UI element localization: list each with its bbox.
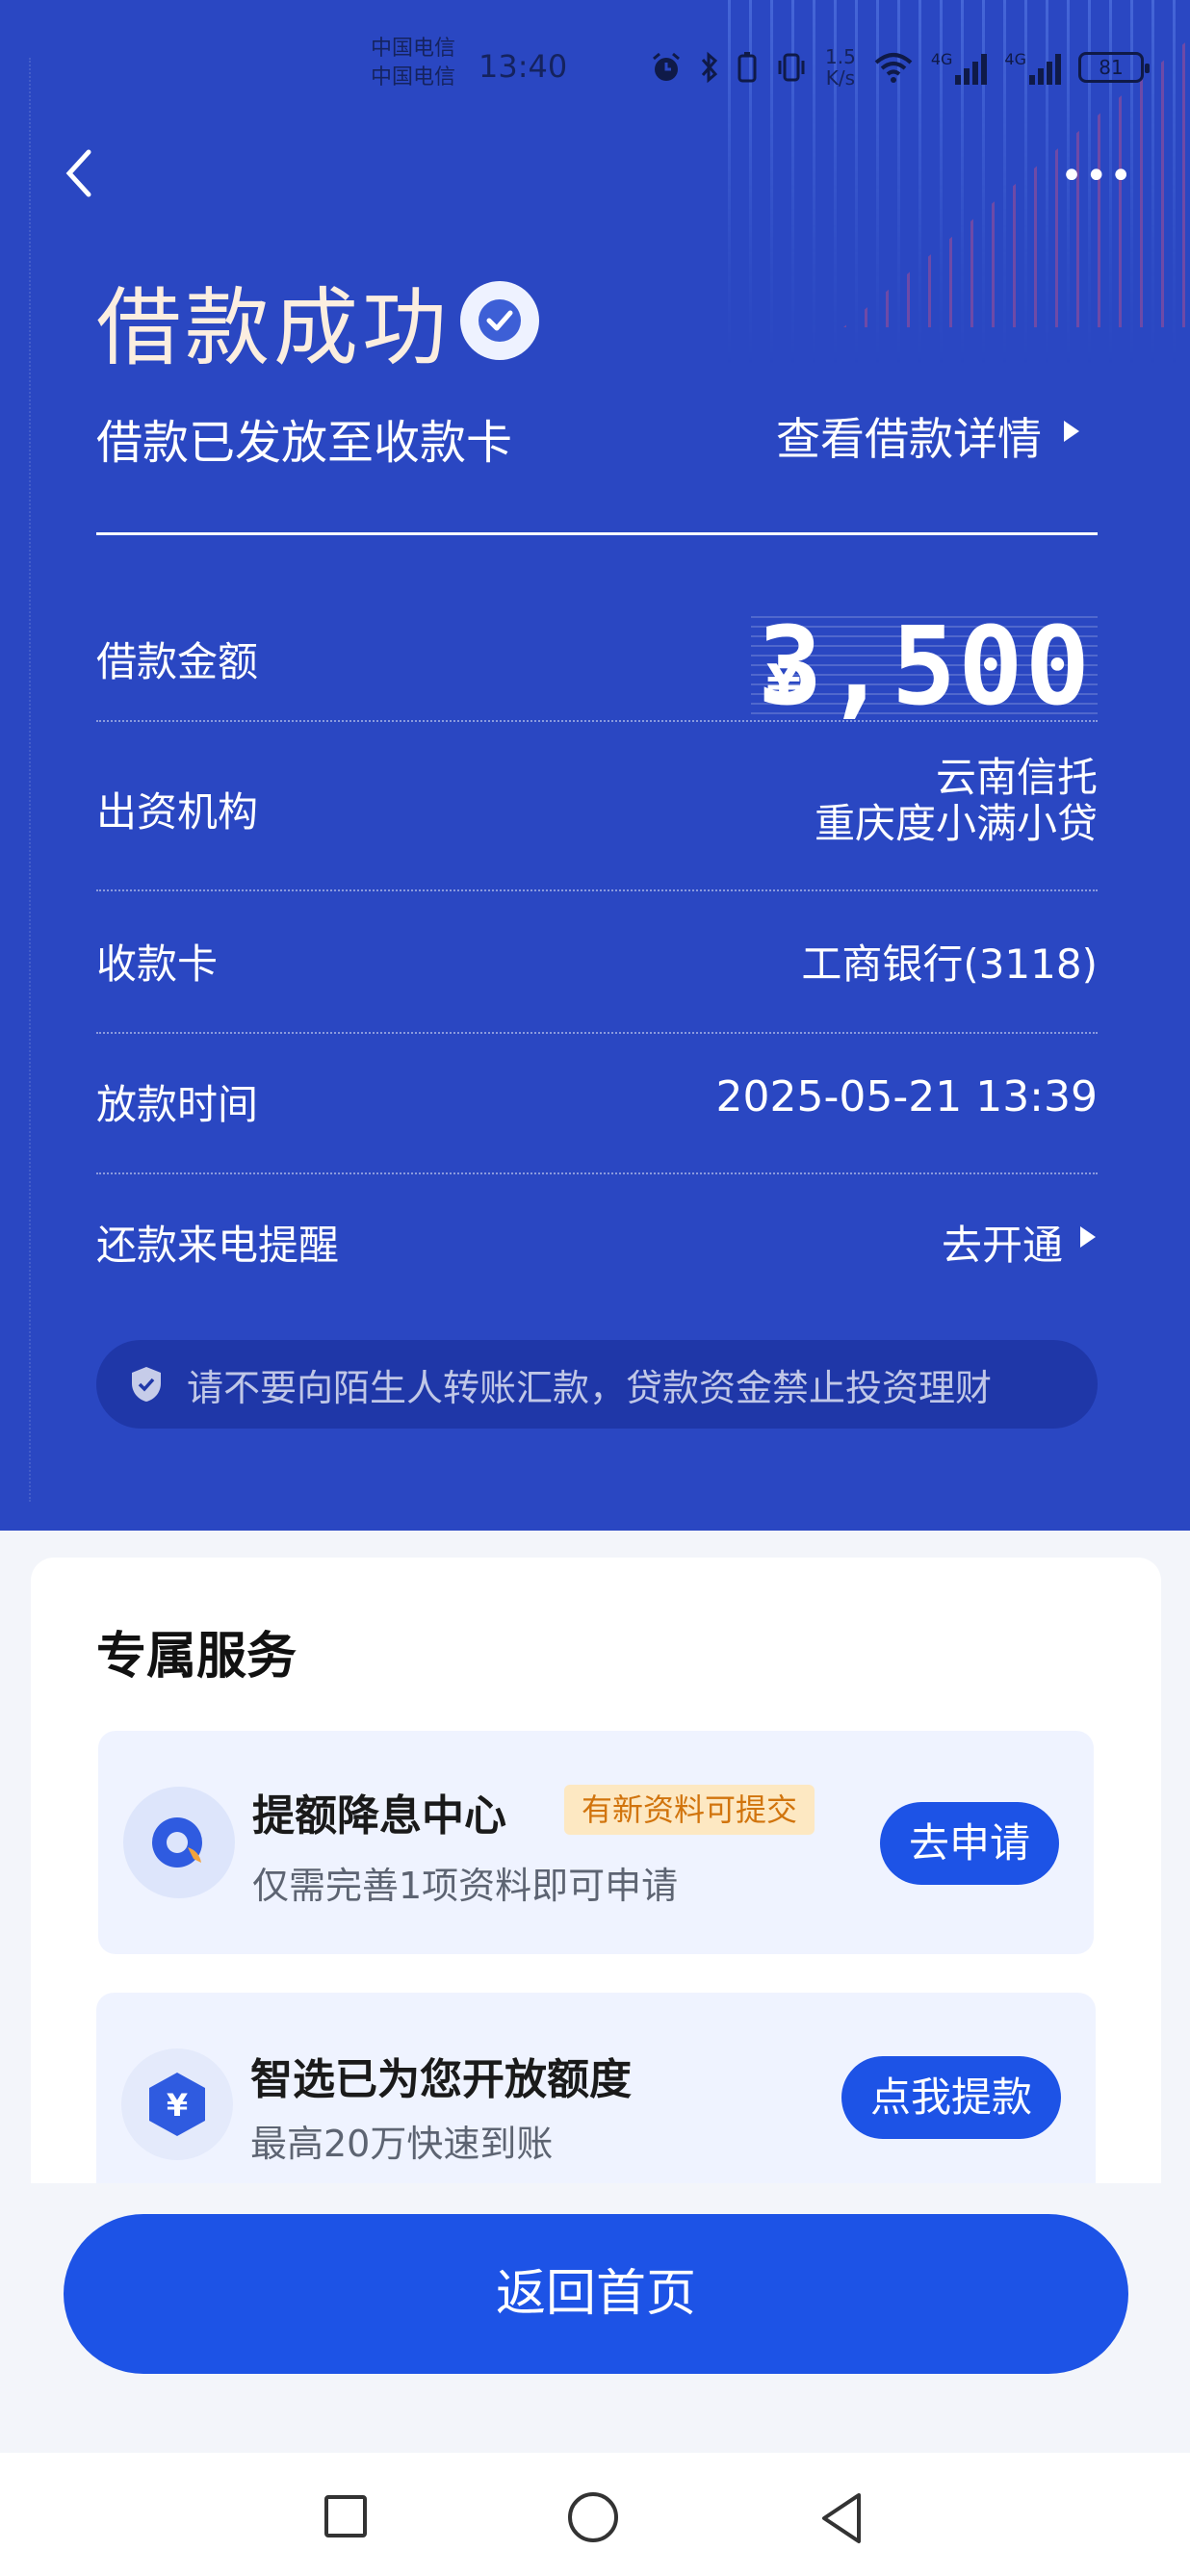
disburse-time-row: 放款时间 2025-05-21 13:39 <box>96 1072 1098 1130</box>
services-card: 专属服务 提额降息中心 有新资料可提交 仅需完善1项资料即可申请 去申请 ¥ 智… <box>31 1558 1161 2231</box>
bluetooth-icon <box>701 51 718 84</box>
carrier-1: 中国电信 <box>371 37 456 61</box>
signal-2-icon: 4G <box>1004 50 1061 85</box>
funder-line-1: 云南信托 <box>935 754 1098 801</box>
service-desc: 仅需完善1项资料即可申请 <box>252 1865 679 1907</box>
repay-reminder-action[interactable]: 去开通 <box>942 1213 1063 1272</box>
alarm-icon <box>653 52 680 81</box>
disburse-time-label: 放款时间 <box>96 1081 259 1128</box>
repay-reminder-label: 还款来电提醒 <box>96 1222 340 1269</box>
yen-shield-icon: ¥ <box>121 2048 233 2160</box>
side-watermark <box>29 58 40 1502</box>
hero-panel: 中国电信 中国电信 13:40 1.5 K/s 4G 4G 81 ••• 借款成… <box>0 0 1190 1531</box>
amount-value: 3,500 <box>757 605 1092 730</box>
view-loan-detail-link[interactable]: 查看借款详情 <box>776 404 1084 468</box>
back-button[interactable] <box>60 144 98 202</box>
funder-line-2: 重庆度小满小贷 <box>814 800 1098 847</box>
battery-icon: 81 <box>1077 52 1150 83</box>
chevron-left-icon <box>65 149 91 197</box>
signal-1-label: 4G <box>930 50 953 68</box>
net-speed-value: 1.5 <box>825 45 856 68</box>
disburse-time-value: 2025-05-21 13:39 <box>715 1072 1099 1121</box>
success-subtitle: 借款已发放至收款卡 <box>96 416 513 470</box>
yen-glyph: ¥ <box>167 2087 188 2124</box>
signal-1-icon: 4G <box>931 50 988 85</box>
more-button[interactable]: ••• <box>1060 154 1134 198</box>
funder-label: 出资机构 <box>96 788 259 836</box>
service-name: 智选已为您开放额度 <box>250 2055 632 2104</box>
play-arrow-icon <box>1064 421 1079 442</box>
service-item[interactable]: 提额降息中心 有新资料可提交 仅需完善1项资料即可申请 去申请 <box>98 1731 1094 1954</box>
shield-icon <box>132 1367 161 1402</box>
nav-back-icon[interactable] <box>818 2491 865 2545</box>
withdraw-button[interactable]: 点我提款 <box>841 2056 1061 2139</box>
home-icon[interactable] <box>568 2492 618 2542</box>
funder-value: 云南信托 重庆度小满小贷 <box>815 755 1098 847</box>
receive-card-value: 工商银行(3118) <box>801 940 1098 988</box>
check-icon <box>460 281 539 360</box>
wifi-icon <box>874 53 913 83</box>
status-time: 13:40 <box>479 48 568 85</box>
row-separator <box>96 1032 1098 1034</box>
credit-boost-icon <box>123 1787 235 1898</box>
carrier-names: 中国电信 中国电信 <box>371 35 455 92</box>
row-separator <box>96 889 1098 891</box>
view-loan-detail-label: 查看借款详情 <box>776 413 1042 465</box>
signal-2-label: 4G <box>1004 50 1026 68</box>
return-home-button[interactable]: 返回首页 <box>64 2214 1128 2374</box>
row-separator <box>96 720 1098 722</box>
service-name: 提额降息中心 <box>252 1791 506 1841</box>
apply-button[interactable]: 去申请 <box>879 1802 1059 1885</box>
service-desc: 最高20万快速到账 <box>250 2123 554 2165</box>
funder-row: 出资机构 云南信托 重庆度小满小贷 <box>96 755 1098 861</box>
net-speed-unit: K/s <box>825 66 856 90</box>
receive-card-row: 收款卡 工商银行(3118) <box>96 932 1098 990</box>
repay-reminder-row: 还款来电提醒 去开通 <box>96 1213 1098 1271</box>
net-speed: 1.5 K/s <box>825 46 856 89</box>
status-icons: 1.5 K/s 4G 4G 81 <box>650 46 1150 89</box>
status-bar: 中国电信 中国电信 13:40 1.5 K/s 4G 4G 81 <box>0 29 1190 106</box>
amount-label: 借款金额 <box>96 638 259 685</box>
success-title: 借款成功 <box>96 278 452 377</box>
services-title: 专属服务 <box>96 1628 298 1686</box>
service-tag: 有新资料可提交 <box>564 1785 815 1835</box>
battery-saver-icon <box>737 52 757 83</box>
vibrate-icon <box>778 53 805 82</box>
divider <box>96 532 1098 535</box>
receive-card-label: 收款卡 <box>96 940 219 988</box>
recents-icon[interactable] <box>324 2495 367 2537</box>
more-dots-icon: ••• <box>1060 154 1134 198</box>
security-warning-text: 请不要向陌生人转账汇款，贷款资金禁止投资理财 <box>187 1366 993 1409</box>
security-warning: 请不要向陌生人转账汇款，贷款资金禁止投资理财 <box>96 1340 1098 1429</box>
play-arrow-icon <box>1080 1226 1096 1248</box>
amount-row: 借款金额 ¥ 3,500 <box>96 605 1098 730</box>
row-separator <box>96 1172 1098 1174</box>
carrier-2: 中国电信 <box>371 65 456 90</box>
